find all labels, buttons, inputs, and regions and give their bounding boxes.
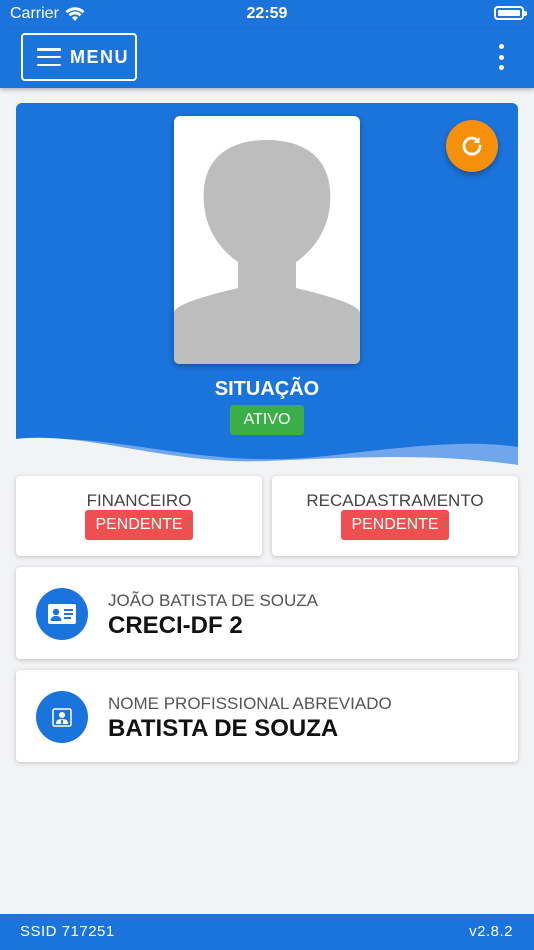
recadastramento-card[interactable]: RECADASTRAMENTO PENDENTE xyxy=(272,476,518,556)
menu-button[interactable]: MENU xyxy=(21,33,137,81)
professional-name-value: BATISTA DE SOUZA xyxy=(108,715,339,742)
hamburger-icon xyxy=(37,48,61,66)
id-card-icon xyxy=(36,588,88,640)
creci-number: CRECI-DF 2 xyxy=(108,612,243,639)
professional-name-card: NOME PROFISSIONAL ABREVIADO BATISTA DE S… xyxy=(16,670,518,762)
clock: 22:59 xyxy=(246,5,288,22)
person-badge-icon xyxy=(36,691,88,743)
footer-bar: SSID 717251 v2.8.2 xyxy=(0,914,534,950)
avatar-placeholder-icon xyxy=(174,140,360,364)
menu-label: MENU xyxy=(70,46,129,67)
status-heading: SITUAÇÃO xyxy=(214,378,320,400)
ssid-label: SSID 717251 xyxy=(20,923,115,940)
refresh-icon xyxy=(462,136,482,156)
recadastramento-badge: PENDENTE xyxy=(341,510,449,540)
more-vertical-icon[interactable] xyxy=(496,44,506,70)
financeiro-card[interactable]: FINANCEIRO PENDENTE xyxy=(16,476,262,556)
status-bar: Carrier 22:59 xyxy=(0,0,534,28)
battery-icon xyxy=(494,6,527,20)
broker-name: JOÃO BATISTA DE SOUZA xyxy=(108,591,319,610)
profile-header: SITUAÇÃO ATIVO xyxy=(16,103,518,475)
professional-name-label: NOME PROFISSIONAL ABREVIADO xyxy=(108,694,392,713)
app-version: v2.8.2 xyxy=(469,923,513,940)
refresh-button[interactable] xyxy=(446,120,498,172)
recadastramento-title: RECADASTRAMENTO xyxy=(306,491,484,510)
financeiro-title: FINANCEIRO xyxy=(86,491,192,510)
registration-card: JOÃO BATISTA DE SOUZA CRECI-DF 2 xyxy=(16,567,518,659)
app-bar: MENU xyxy=(0,28,534,88)
profile-photo xyxy=(174,116,360,364)
financeiro-badge: PENDENTE xyxy=(85,510,193,540)
wave-decoration xyxy=(16,437,518,475)
status-badge: ATIVO xyxy=(230,405,304,435)
